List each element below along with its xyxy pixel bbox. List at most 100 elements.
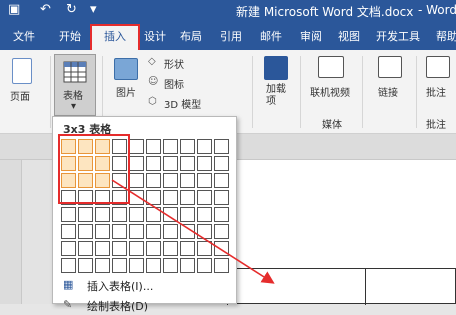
3d-models-button[interactable]: 3D 模型 [164,96,201,111]
table-grid-cell[interactable] [214,224,229,239]
addins-icon[interactable] [264,56,288,80]
customize-quick-access-icon[interactable]: ▾ [90,2,97,17]
table-grid-cell[interactable] [112,156,127,171]
table-grid-cell[interactable] [78,156,93,171]
page-icon[interactable] [12,58,32,84]
table-grid-cell[interactable] [180,224,195,239]
table-grid-cell[interactable] [214,207,229,222]
table-grid-cell[interactable] [61,190,76,205]
tab-mailings[interactable]: 邮件 [256,24,286,50]
table-grid-cell[interactable] [78,173,93,188]
table-grid-cell[interactable] [129,139,144,154]
tab-review[interactable]: 审阅 [296,24,326,50]
vertical-ruler[interactable] [0,160,22,304]
table-grid-cell[interactable] [61,258,76,273]
table-grid-cell[interactable] [180,190,195,205]
table-grid-cell[interactable] [112,241,127,256]
table-grid-cell[interactable] [112,207,127,222]
table-grid-cell[interactable] [197,207,212,222]
table-grid-cell[interactable] [214,258,229,273]
table-grid-cell[interactable] [112,173,127,188]
table-grid-cell[interactable] [78,258,93,273]
table-grid-cell[interactable] [180,207,195,222]
table-grid-cell[interactable] [180,139,195,154]
table-grid-cell[interactable] [163,190,178,205]
table-grid-cell[interactable] [180,258,195,273]
table-grid-cell[interactable] [78,207,93,222]
comment-button[interactable]: 批注 [426,84,446,99]
addins-button[interactable]: 加载 项 [266,84,286,108]
save-icon[interactable]: ▣ [8,2,20,17]
table-grid-cell[interactable] [163,156,178,171]
tab-home[interactable]: 开始 [50,24,90,50]
table-grid-cell[interactable] [112,224,127,239]
table-grid-cell[interactable] [146,156,161,171]
table-grid-cell[interactable] [197,190,212,205]
icons-button[interactable]: 图标 [164,76,184,91]
table-grid-cell[interactable] [214,190,229,205]
tab-layout[interactable]: 布局 [176,24,206,50]
online-video-icon[interactable] [318,56,344,78]
table-grid-cell[interactable] [61,224,76,239]
table-grid-cell[interactable] [95,258,110,273]
table-grid-cell[interactable] [61,139,76,154]
picture-icon[interactable] [114,58,138,80]
table-grid-cell[interactable] [180,173,195,188]
table-grid-cell[interactable] [78,139,93,154]
table-grid-cell[interactable] [78,190,93,205]
tab-help[interactable]: 帮助 [432,24,456,50]
table-grid-cell[interactable] [146,258,161,273]
table-grid-cell[interactable] [197,258,212,273]
table-grid-cell[interactable] [163,241,178,256]
table-grid-cell[interactable] [214,139,229,154]
table-grid-cell[interactable] [146,190,161,205]
table-grid-cell[interactable] [214,241,229,256]
draw-table-menu-item[interactable]: ✎ 绘制表格(D) [53,295,238,315]
table-grid-cell[interactable] [129,207,144,222]
links-button[interactable]: 链接 [378,84,398,99]
table-grid-cell[interactable] [180,241,195,256]
table-grid-cell[interactable] [112,258,127,273]
table-grid-cell[interactable] [95,156,110,171]
redo-icon[interactable]: ↻ [66,2,77,17]
tab-references[interactable]: 引用 [216,24,246,50]
table-grid-cell[interactable] [146,224,161,239]
table-grid-cell[interactable] [214,173,229,188]
pages-button[interactable]: 页面 [10,88,30,103]
table-grid-cell[interactable] [197,241,212,256]
link-icon[interactable] [378,56,402,78]
table-grid-cell[interactable] [78,224,93,239]
table-grid-cell[interactable] [129,190,144,205]
table-grid-cell[interactable] [214,156,229,171]
table-grid-cell[interactable] [129,241,144,256]
tab-view[interactable]: 视图 [334,24,364,50]
comment-icon[interactable] [426,56,450,78]
table-grid-cell[interactable] [129,156,144,171]
table-grid-cell[interactable] [146,139,161,154]
table-grid-cell[interactable] [163,258,178,273]
table-grid-cell[interactable] [163,139,178,154]
table-grid-cell[interactable] [95,224,110,239]
table-grid-cell[interactable] [197,139,212,154]
table-grid-cell[interactable] [61,156,76,171]
table-grid-cell[interactable] [129,258,144,273]
table-grid-cell[interactable] [95,207,110,222]
shapes-button[interactable]: 形状 [164,56,184,71]
table-grid-cell[interactable] [95,173,110,188]
table-grid-cell[interactable] [95,139,110,154]
table-grid-cell[interactable] [129,224,144,239]
table-grid-cell[interactable] [146,173,161,188]
table-grid-cell[interactable] [112,139,127,154]
pictures-button[interactable]: 图片 [116,84,136,99]
table-grid-cell[interactable] [95,190,110,205]
online-video-button[interactable]: 联机视频 [310,84,350,99]
table-grid-cell[interactable] [197,156,212,171]
table-grid-cell[interactable] [95,241,110,256]
table-grid-cell[interactable] [78,241,93,256]
table-button[interactable]: 表格 ▾ [54,54,96,116]
table-grid-cell[interactable] [180,156,195,171]
tab-design[interactable]: 设计 [140,24,170,50]
table-grid-cell[interactable] [163,173,178,188]
table-grid-cell[interactable] [61,173,76,188]
table-grid-cell[interactable] [61,207,76,222]
